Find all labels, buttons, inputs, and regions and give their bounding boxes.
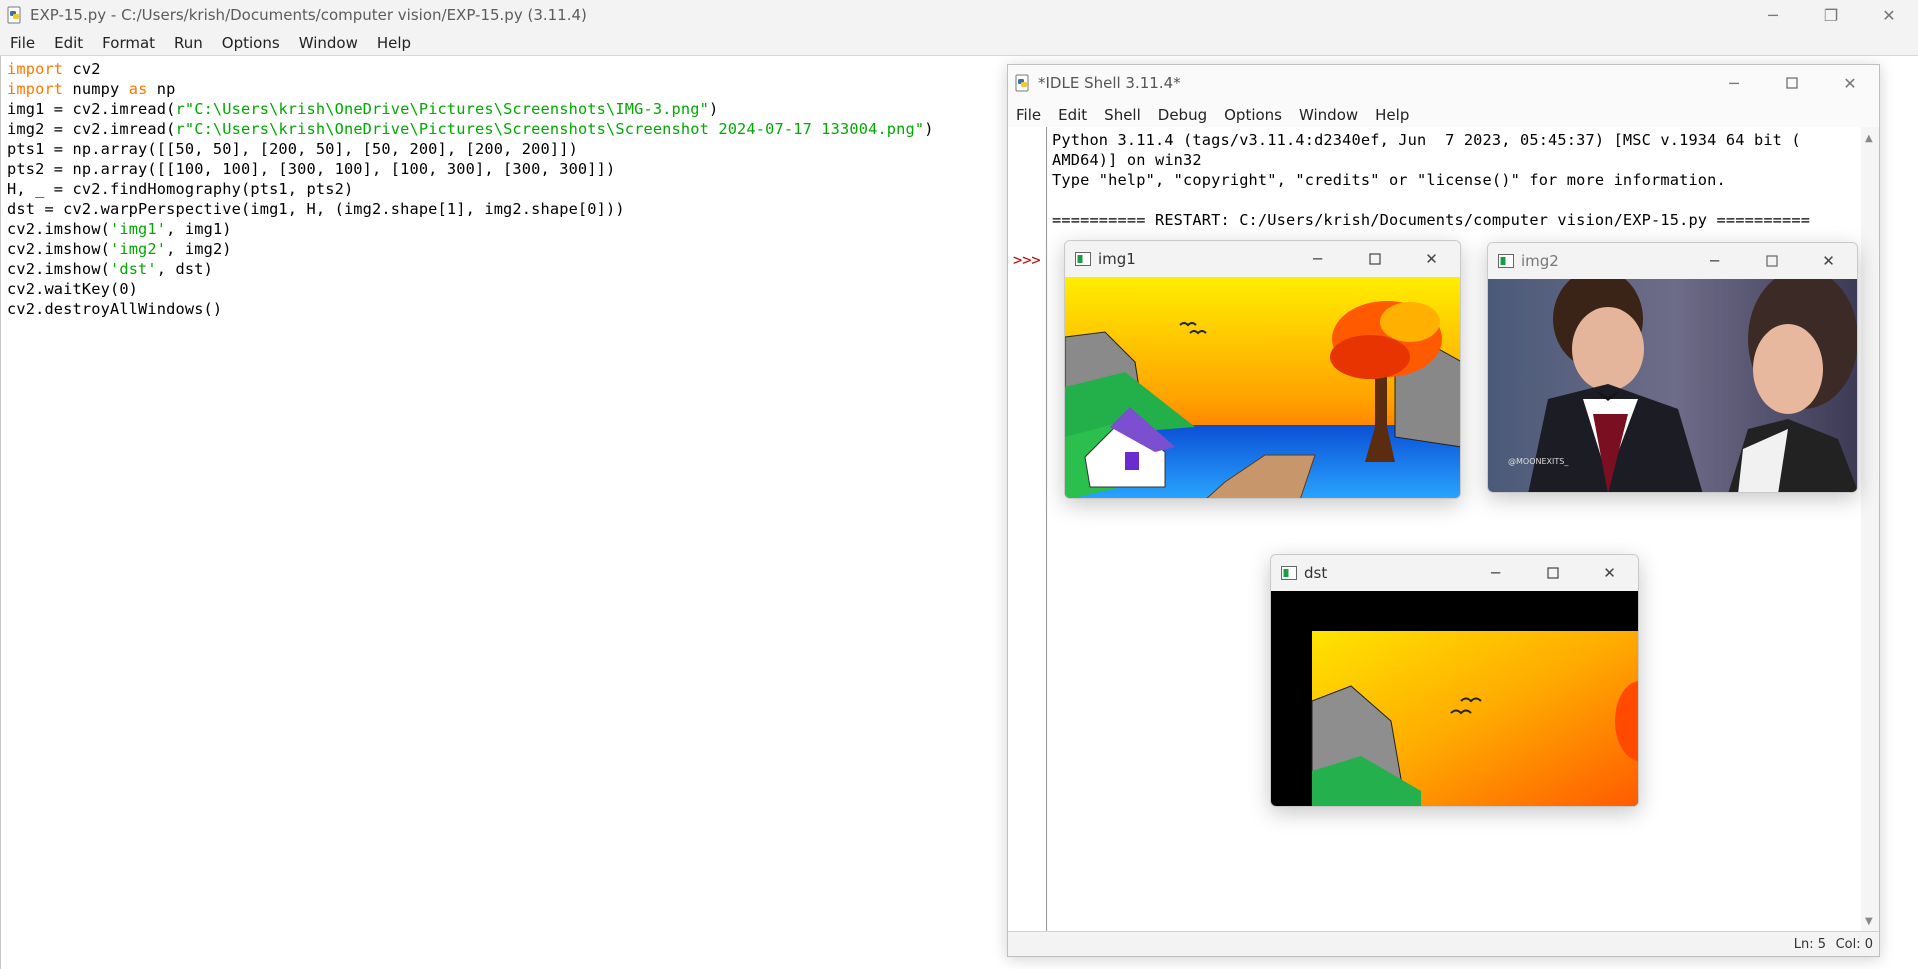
cv-titlebar: dst ─ ✕ (1271, 555, 1638, 591)
maximize-button[interactable] (1524, 555, 1581, 591)
minimize-button[interactable]: ─ (1686, 243, 1743, 279)
maximize-icon (1546, 567, 1559, 579)
cv-titlebar: img2 ─ ✕ (1488, 243, 1857, 279)
code-line: pts1 = np.array([[50, 50], [200, 50], [5… (7, 140, 578, 158)
menu-help[interactable]: Help (1375, 106, 1409, 124)
window-app-icon (1075, 252, 1091, 266)
editor-window-controls: ─ ❐ ✕ (1744, 0, 1918, 30)
close-button[interactable]: ✕ (1800, 243, 1857, 279)
shell-titlebar: *IDLE Shell 3.11.4* ─ ✕ (1008, 65, 1879, 101)
shell-prompt: >>> (1013, 251, 1041, 269)
minimize-button[interactable]: ─ (1289, 241, 1346, 277)
code-line: cv2.imshow('img2', img2) (7, 240, 232, 258)
landscape-painting-image (1065, 277, 1460, 498)
restore-button[interactable]: ❐ (1802, 0, 1860, 30)
watermark-text: @MOONEXITS_ (1508, 457, 1569, 466)
shell-output-line: ========== RESTART: C:/Users/krish/Docum… (1052, 211, 1811, 229)
shell-prompt-sidebar: >>> (1008, 127, 1047, 933)
cv-window-controls: ─ ✕ (1467, 555, 1638, 591)
menu-options[interactable]: Options (222, 34, 280, 52)
code-line: cv2.imshow('img1', img1) (7, 220, 232, 238)
cv-window-controls: ─ ✕ (1289, 241, 1460, 277)
cv-window-img1: img1 ─ ✕ (1064, 240, 1461, 499)
menu-file[interactable]: File (1016, 106, 1041, 124)
shell-window-title: *IDLE Shell 3.11.4* (1038, 74, 1181, 92)
menu-window[interactable]: Window (299, 34, 358, 52)
menu-run[interactable]: Run (174, 34, 203, 52)
python-file-icon (7, 6, 21, 24)
editor-titlebar: EXP-15.py - C:/Users/krish/Documents/com… (0, 0, 1918, 30)
maximize-button[interactable] (1346, 241, 1403, 277)
code-line: pts2 = np.array([[100, 100], [300, 100],… (7, 160, 616, 178)
window-app-icon (1281, 566, 1297, 580)
editor-menubar: File Edit Format Run Options Window Help (0, 30, 1918, 55)
photo-image: @MOONEXITS_ (1488, 279, 1857, 492)
cv-window-title: dst (1304, 564, 1328, 582)
code-line: H, _ = cv2.findHomography(pts1, pts2) (7, 180, 354, 198)
menu-options[interactable]: Options (1224, 106, 1282, 124)
cv-window-dst: dst ─ ✕ (1270, 554, 1639, 807)
close-button[interactable]: ✕ (1821, 65, 1879, 101)
shell-menubar: File Edit Shell Debug Options Window Hel… (1008, 103, 1426, 127)
maximize-icon (1368, 253, 1381, 265)
code-line: dst = cv2.warpPerspective(img1, H, (img2… (7, 200, 625, 218)
menu-window[interactable]: Window (1299, 106, 1358, 124)
shell-output-line: Type "help", "copyright", "credits" or "… (1052, 171, 1726, 189)
status-line-number: Ln: 5 (1793, 937, 1826, 952)
status-column-number: Col: 0 (1835, 937, 1873, 952)
python-file-icon (1015, 74, 1029, 92)
close-button[interactable]: ✕ (1581, 555, 1638, 591)
code-line: import cv2 (7, 60, 101, 78)
menu-file[interactable]: File (10, 34, 35, 52)
close-button[interactable]: ✕ (1403, 241, 1460, 277)
maximize-icon (1786, 77, 1798, 89)
menu-format[interactable]: Format (102, 34, 155, 52)
scroll-up-arrow-icon[interactable]: ▲ (1865, 133, 1873, 144)
minimize-button[interactable]: ─ (1744, 0, 1802, 30)
minimize-button[interactable]: ─ (1467, 555, 1524, 591)
editor-window-title: EXP-15.py - C:/Users/krish/Documents/com… (30, 6, 587, 24)
shell-output-line: AMD64)] on win32 (1052, 151, 1202, 169)
maximize-button[interactable] (1763, 65, 1821, 101)
window-app-icon (1498, 254, 1514, 268)
scroll-down-arrow-icon[interactable]: ▼ (1865, 916, 1873, 927)
menu-edit[interactable]: Edit (1058, 106, 1087, 124)
maximize-icon (1765, 255, 1778, 267)
shell-scrollbar[interactable]: ▲ ▼ (1861, 127, 1879, 933)
code-line: cv2.waitKey(0) (7, 280, 139, 298)
menu-help[interactable]: Help (377, 34, 411, 52)
minimize-button[interactable]: ─ (1705, 65, 1763, 101)
cv-window-title: img1 (1098, 250, 1136, 268)
warped-image (1271, 591, 1638, 806)
idle-shell-window: *IDLE Shell 3.11.4* ─ ✕ File Edit Shell … (1007, 64, 1880, 957)
code-line: img2 = cv2.imread(r"C:\Users\krish\OneDr… (7, 120, 934, 138)
code-line: img1 = cv2.imread(r"C:\Users\krish\OneDr… (7, 100, 719, 118)
code-line: cv2.imshow('dst', dst) (7, 260, 213, 278)
close-button[interactable]: ✕ (1860, 0, 1918, 30)
cv-window-title: img2 (1521, 252, 1559, 270)
cv-window-img2: img2 ─ ✕ @MOONEXITS_ (1487, 242, 1858, 493)
cv-window-controls: ─ ✕ (1686, 243, 1857, 279)
shell-window-controls: ─ ✕ (1705, 65, 1879, 101)
menu-debug[interactable]: Debug (1158, 106, 1207, 124)
shell-statusbar: Ln: 5 Col: 0 (1008, 931, 1879, 956)
menu-shell[interactable]: Shell (1104, 106, 1141, 124)
code-line: import numpy as np (7, 80, 176, 98)
menu-edit[interactable]: Edit (54, 34, 83, 52)
shell-output-line: Python 3.11.4 (tags/v3.11.4:d2340ef, Jun… (1052, 131, 1801, 149)
code-line: cv2.destroyAllWindows() (7, 300, 223, 318)
cv-titlebar: img1 ─ ✕ (1065, 241, 1460, 277)
maximize-button[interactable] (1743, 243, 1800, 279)
